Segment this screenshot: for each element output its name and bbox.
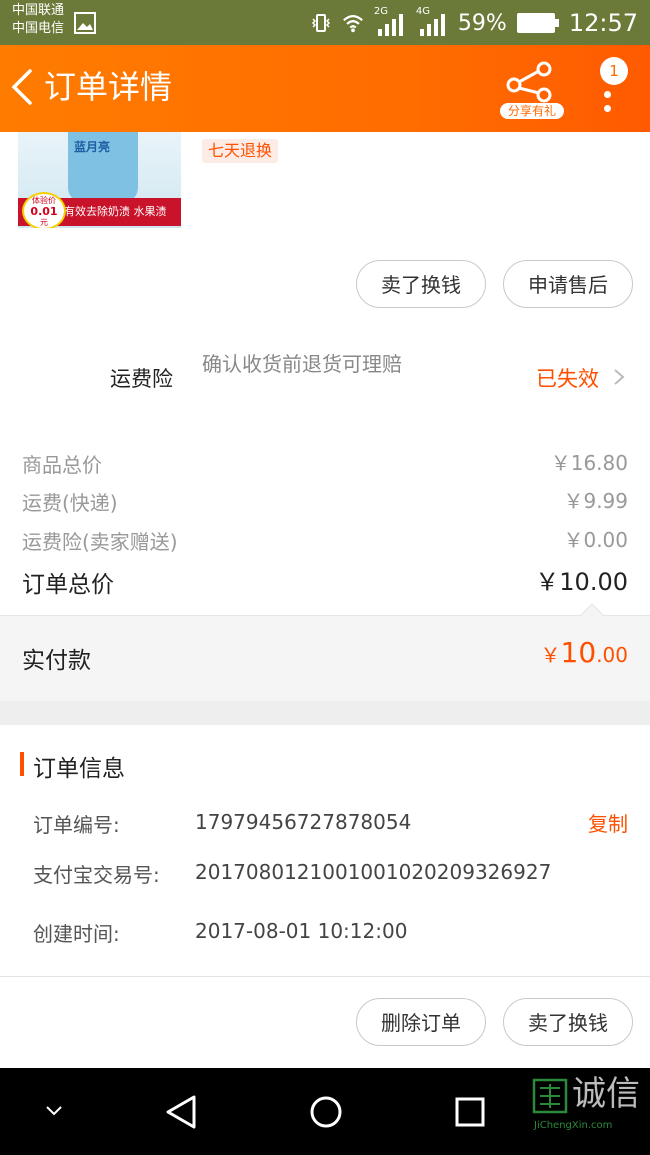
back-triangle-icon[interactable] — [164, 1094, 198, 1130]
share-button[interactable]: 分享有礼 — [500, 59, 564, 121]
sell-button-bottom[interactable]: 卖了换钱 — [503, 998, 633, 1046]
watermark-logo: 诚信 JiChengXin.com — [532, 1074, 648, 1146]
copy-button[interactable]: 复制 — [588, 808, 628, 837]
paid-currency: ￥ — [540, 643, 561, 667]
order-number-value: 17979456727878054 — [195, 810, 412, 834]
delete-order-button[interactable]: 删除订单 — [356, 998, 486, 1046]
signal-1: 2G — [374, 6, 406, 36]
collapse-chevron-icon[interactable] — [44, 1104, 64, 1118]
sell-button[interactable]: 卖了换钱 — [356, 260, 486, 308]
more-menu-button[interactable]: 1 — [596, 57, 636, 123]
promo-price: 0.01 — [30, 205, 58, 218]
insurance-label: 运费险 — [110, 367, 173, 391]
carrier-2: 中国电信 — [12, 21, 65, 36]
goods-total-label: 商品总价 — [22, 453, 102, 477]
shipping-fee-label: 运费(快递) — [22, 491, 118, 515]
product-image[interactable]: 蓝月亮 有效去除奶渍 水果渍 体验价 0.01 元 — [18, 132, 181, 228]
more-dot — [604, 105, 611, 112]
alipay-trade-label: 支付宝交易号: — [33, 863, 160, 887]
insurance-fee-label: 运费险(卖家赠送) — [22, 530, 178, 554]
signal-bars-icon — [377, 14, 403, 36]
goods-total-value: ￥16.80 — [550, 451, 628, 475]
watermark-site: JiChengXin.com — [534, 1120, 613, 1131]
chevron-right-icon — [614, 369, 625, 385]
carrier-info: 中国联通 中国电信 — [12, 2, 64, 38]
product-promo-badge: 体验价 0.01 元 — [22, 192, 66, 228]
order-info-title: 订单信息 — [33, 756, 125, 782]
notification-badge: 1 — [600, 57, 628, 85]
title-bar: 订单详情 分享有礼 1 — [0, 45, 650, 132]
more-dot — [604, 91, 611, 98]
created-time-label: 创建时间: — [33, 922, 120, 946]
recents-square-icon[interactable] — [454, 1096, 486, 1128]
order-total-label: 订单总价 — [22, 572, 114, 598]
share-label: 分享有礼 — [500, 103, 564, 119]
paid-label: 实付款 — [22, 648, 91, 674]
back-arrow-icon[interactable] — [8, 67, 42, 107]
share-icon — [506, 61, 552, 103]
shipping-fee-value: ￥9.99 — [563, 489, 628, 513]
home-circle-icon[interactable] — [308, 1094, 344, 1130]
after-sale-button[interactable]: 申请售后 — [503, 260, 633, 308]
insurance-desc: 确认收货前退货可理赔 — [202, 352, 402, 376]
section-divider — [0, 701, 650, 725]
order-number-label: 订单编号: — [33, 813, 120, 837]
order-total-value: ￥10.00 — [535, 568, 628, 596]
battery-percent: 59% — [457, 10, 507, 36]
status-bar: 中国联通 中国电信 2G 4G 59% 12:57 — [0, 0, 650, 45]
paid-decimal: .00 — [596, 643, 628, 667]
clock: 12:57 — [568, 9, 638, 37]
system-nav-bar: 诚信 JiChengXin.com — [0, 1068, 650, 1155]
product-brand: 蓝月亮 — [74, 140, 111, 154]
watermark-emblem — [532, 1078, 568, 1114]
signal-2: 4G — [416, 6, 448, 36]
wifi-icon — [343, 15, 363, 33]
paid-int: 10 — [560, 636, 597, 669]
signal-bars-icon — [419, 14, 445, 36]
created-time-value: 2017-08-01 10:12:00 — [195, 919, 408, 943]
vibrate-icon — [311, 14, 330, 32]
watermark-text: 诚信 — [572, 1074, 640, 1114]
pointer-arrow — [580, 603, 604, 616]
divider-line — [0, 976, 650, 977]
carrier-1: 中国联通 — [12, 3, 65, 18]
alipay-trade-value: 2017080121001001020209326927 — [195, 860, 552, 884]
insurance-status: 已失效 — [536, 367, 599, 391]
section-accent-bar — [20, 752, 24, 776]
promo-unit: 元 — [40, 218, 48, 227]
return-tag: 七天退换 — [202, 139, 279, 163]
paid-amount: ￥10.00 — [541, 636, 628, 669]
image-icon — [74, 12, 96, 34]
page-title: 订单详情 — [44, 68, 173, 106]
battery-icon — [516, 13, 559, 33]
status-icons: 2G 4G 59% 12:57 — [310, 5, 638, 41]
insurance-fee-value: ￥0.00 — [563, 528, 628, 552]
